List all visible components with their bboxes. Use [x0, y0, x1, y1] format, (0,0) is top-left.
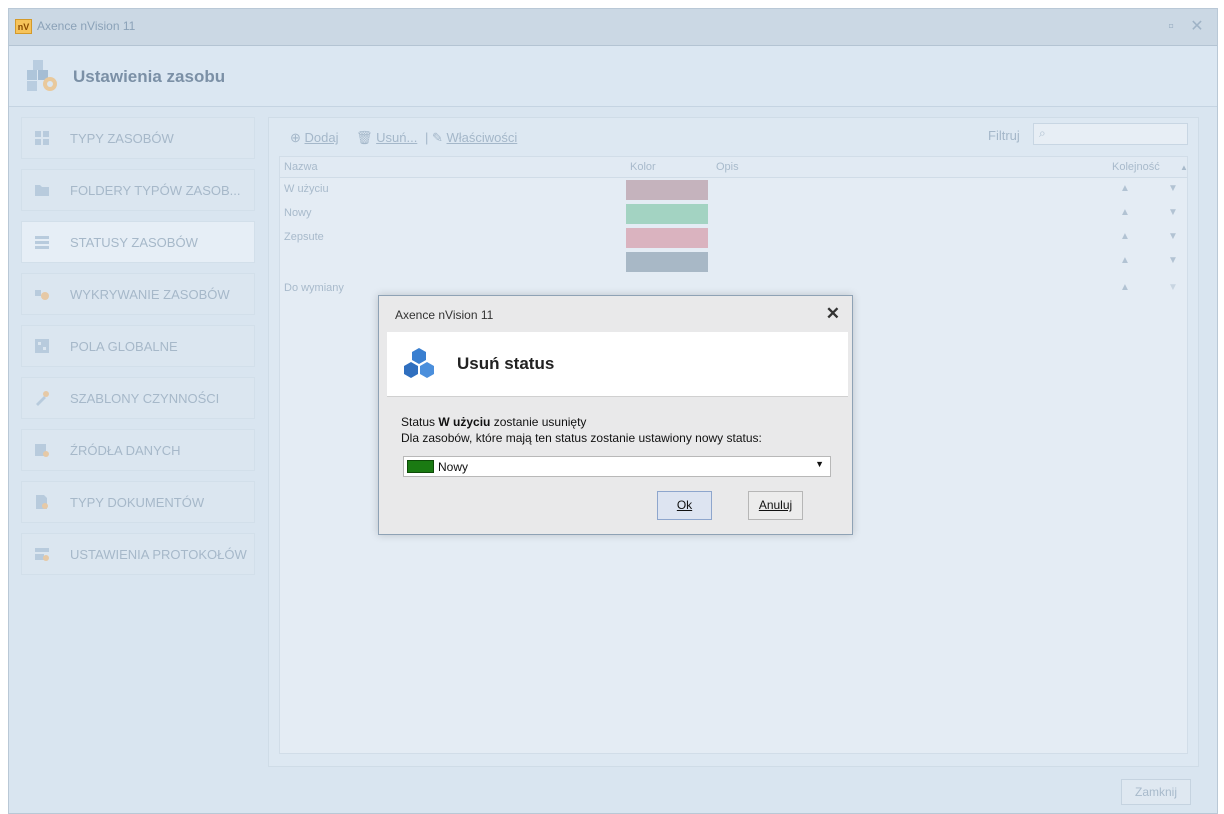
sidebar-item-label: SZABLONY CZYNNOŚCI: [70, 390, 220, 406]
delete-status-dialog: Axence nVision 11 ✕ Usuń status Status W…: [378, 295, 853, 535]
page-header: Ustawienia zasobu: [9, 46, 1217, 107]
sort-asc-icon: ▲: [1180, 163, 1188, 172]
assets-settings-icon: [27, 60, 57, 91]
dialog-message-line2: Dla zasobów, które mają ten status zosta…: [401, 431, 762, 445]
column-name[interactable]: Nazwa: [284, 161, 318, 173]
dialog-title: Axence nVision 11: [395, 308, 494, 322]
sidebar-item-activity-templates[interactable]: SZABLONY CZYNNOŚCI: [21, 377, 255, 419]
discovery-icon: [35, 290, 49, 300]
ok-button[interactable]: Ok: [657, 491, 712, 520]
column-description[interactable]: Opis: [716, 161, 739, 173]
asset-types-icon: [35, 131, 49, 145]
row-color-swatch: [626, 204, 708, 224]
sidebar-item-asset-type-folders[interactable]: FOLDERY TYPÓW ZASOB...: [21, 169, 255, 211]
sidebar-item-data-sources[interactable]: ŹRÓDŁA DANYCH: [21, 429, 255, 471]
new-status-select[interactable]: Nowy ▼: [403, 456, 831, 477]
row-color-swatch: [626, 180, 708, 200]
table-row[interactable]: ▲ ▼: [280, 250, 1187, 274]
protocols-icon: [35, 548, 49, 561]
window-title: Axence nVision 11: [37, 19, 136, 33]
data-sources-icon: [35, 444, 49, 457]
sidebar-item-asset-types[interactable]: TYPY ZASOBÓW: [21, 117, 255, 159]
add-button[interactable]: ⊕ Dodaj: [290, 130, 338, 146]
statuses-icon: [35, 236, 49, 249]
sidebar-item-label: STATUSY ZASOBÓW: [70, 234, 198, 250]
dialog-heading: Usuń status: [457, 354, 555, 373]
sidebar-item-protocol-settings[interactable]: USTAWIENIA PROTOKOŁÓW: [21, 533, 255, 575]
search-icon: ⌕: [1039, 126, 1046, 140]
global-fields-icon: [35, 339, 49, 353]
delete-button[interactable]: 🗑 Usuń...: [356, 130, 417, 146]
ok-label: Ok: [676, 498, 693, 512]
row-color-swatch: [626, 252, 708, 272]
assets-cubes-icon: [404, 348, 434, 378]
app-logo-icon: nV: [15, 19, 32, 34]
dialog-message: Status W użyciu zostanie usunięty: [401, 415, 586, 429]
column-color[interactable]: Kolor: [630, 161, 656, 173]
sidebar-item-label: POLA GLOBALNE: [70, 338, 178, 354]
table-row[interactable]: Zepsute ▲ ▼: [280, 226, 1187, 250]
move-up-icon[interactable]: ▲: [1120, 231, 1130, 242]
move-up-icon[interactable]: ▲: [1120, 207, 1130, 218]
move-down-icon[interactable]: ▼: [1168, 255, 1178, 266]
sidebar-item-label: WYKRYWANIE ZASOBÓW: [70, 286, 230, 302]
selected-status-color: [407, 460, 434, 473]
cancel-button[interactable]: Anuluj: [748, 491, 803, 520]
row-name: Zepsute: [284, 231, 324, 243]
sidebar-item-label: FOLDERY TYPÓW ZASOB...: [70, 182, 241, 198]
move-down-icon[interactable]: ▼: [1168, 231, 1178, 242]
folder-icon: [35, 185, 49, 196]
delete-label: Usuń...: [376, 130, 418, 145]
move-up-icon[interactable]: ▲: [1120, 183, 1130, 194]
row-name: Do wymiany: [284, 282, 344, 294]
sidebar-item-label: USTAWIENIA PROTOKOŁÓW: [70, 546, 247, 562]
page-title: Ustawienia zasobu: [73, 67, 226, 86]
table-row[interactable]: Nowy ▲ ▼: [280, 202, 1187, 226]
filter-input[interactable]: ⌕: [1033, 123, 1188, 145]
sidebar-item-global-fields[interactable]: POLA GLOBALNE: [21, 325, 255, 367]
move-down-icon[interactable]: ▼: [1168, 207, 1178, 218]
table-row[interactable]: W użyciu ▲ ▼: [280, 178, 1187, 202]
move-up-icon[interactable]: ▲: [1120, 255, 1130, 266]
move-down-icon: ▼: [1168, 282, 1178, 293]
dropdown-arrow-icon[interactable]: ▼: [815, 459, 824, 469]
title-bar: nV Axence nVision 11 ▫ ✕: [9, 9, 1217, 46]
column-order[interactable]: Kolejność: [1112, 161, 1160, 173]
sidebar-item-document-types[interactable]: TYPY DOKUMENTÓW: [21, 481, 255, 523]
sidebar-item-label: TYPY ZASOBÓW: [70, 130, 174, 146]
maximize-icon[interactable]: ▫: [1161, 17, 1181, 37]
sidebar-item-label: TYPY DOKUMENTÓW: [70, 494, 205, 510]
message-suffix: zostanie usunięty: [490, 415, 587, 429]
selected-status-label: Nowy: [438, 460, 469, 474]
add-label: Dodaj: [304, 130, 339, 145]
properties-button[interactable]: | ✎ Właściwości: [425, 130, 517, 146]
move-down-icon[interactable]: ▼: [1168, 183, 1178, 194]
message-prefix: Status: [401, 415, 439, 429]
toolbar: ⊕ Dodaj 🗑 Usuń... | ✎ Właściwości Filtru…: [269, 118, 1198, 156]
table-header: Nazwa Kolor Opis Kolejność ▲: [280, 157, 1188, 178]
row-color-swatch: [626, 228, 708, 248]
sidebar-item-asset-discovery[interactable]: WYKRYWANIE ZASOBÓW: [21, 273, 255, 315]
dialog-close-icon[interactable]: ✕: [826, 304, 840, 324]
properties-label: Właściwości: [446, 130, 518, 145]
close-button[interactable]: Zamknij: [1121, 779, 1191, 805]
sidebar-item-label: ŹRÓDŁA DANYCH: [70, 442, 181, 458]
sidebar-item-asset-statuses[interactable]: STATUSY ZASOBÓW: [21, 221, 255, 263]
move-up-icon[interactable]: ▲: [1120, 282, 1130, 293]
sidebar: TYPY ZASOBÓW FOLDERY TYPÓW ZASOB... STAT…: [21, 117, 255, 585]
document-types-icon: [36, 495, 48, 509]
row-name: Nowy: [284, 207, 312, 219]
cancel-label: Anuluj: [758, 498, 793, 512]
close-icon[interactable]: ✕: [1187, 17, 1207, 37]
row-name: W użyciu: [284, 183, 329, 195]
message-status-name: W użyciu: [438, 415, 491, 429]
tools-icon: [36, 391, 49, 406]
dialog-header: Usuń status: [387, 332, 848, 397]
filter-label: Filtruj: [988, 128, 1020, 143]
